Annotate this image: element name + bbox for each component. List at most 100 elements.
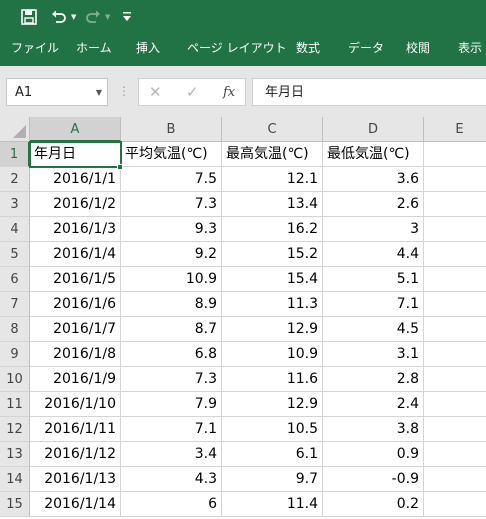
tab-insert[interactable]: 挿入 bbox=[136, 34, 160, 66]
fill-handle[interactable] bbox=[117, 164, 123, 170]
row-header-12[interactable]: 12 bbox=[0, 417, 30, 442]
row-header-2[interactable]: 2 bbox=[0, 167, 30, 192]
cell-e14[interactable] bbox=[424, 467, 486, 492]
cell-b15[interactable]: 6 bbox=[121, 492, 222, 517]
cell-e11[interactable] bbox=[424, 392, 486, 417]
cell-d11[interactable]: 2.4 bbox=[323, 392, 424, 417]
cell-e13[interactable] bbox=[424, 442, 486, 467]
save-icon[interactable] bbox=[21, 5, 37, 32]
cell-c4[interactable]: 16.2 bbox=[222, 217, 323, 242]
cell-d2[interactable]: 3.6 bbox=[323, 167, 424, 192]
tab-file[interactable]: ファイル bbox=[11, 34, 59, 66]
cell-c15[interactable]: 11.4 bbox=[222, 492, 323, 517]
row-header-6[interactable]: 6 bbox=[0, 267, 30, 292]
cell-a10[interactable]: 2016/1/9 bbox=[30, 367, 121, 392]
cell-a5[interactable]: 2016/1/4 bbox=[30, 242, 121, 267]
cell-b5[interactable]: 9.2 bbox=[121, 242, 222, 267]
row-header-7[interactable]: 7 bbox=[0, 292, 30, 317]
cell-b13[interactable]: 3.4 bbox=[121, 442, 222, 467]
column-header-a[interactable]: A bbox=[30, 117, 121, 142]
cell-c5[interactable]: 15.2 bbox=[222, 242, 323, 267]
cell-c2[interactable]: 12.1 bbox=[222, 167, 323, 192]
row-header-1[interactable]: 1 bbox=[0, 142, 30, 167]
tab-data[interactable]: データ bbox=[348, 34, 384, 66]
cell-a13[interactable]: 2016/1/12 bbox=[30, 442, 121, 467]
row-header-15[interactable]: 15 bbox=[0, 492, 30, 517]
undo-icon[interactable] bbox=[51, 5, 67, 32]
cell-a1[interactable]: 年月日 bbox=[30, 142, 121, 167]
cell-b9[interactable]: 6.8 bbox=[121, 342, 222, 367]
customize-qat-icon[interactable] bbox=[123, 6, 131, 31]
cell-a15[interactable]: 2016/1/14 bbox=[30, 492, 121, 517]
select-all-button[interactable] bbox=[0, 117, 30, 142]
cell-b14[interactable]: 4.3 bbox=[121, 467, 222, 492]
cell-a9[interactable]: 2016/1/8 bbox=[30, 342, 121, 367]
cell-e5[interactable] bbox=[424, 242, 486, 267]
column-header-b[interactable]: B bbox=[121, 117, 222, 142]
cell-a3[interactable]: 2016/1/2 bbox=[30, 192, 121, 217]
row-header-3[interactable]: 3 bbox=[0, 192, 30, 217]
cell-d1[interactable]: 最低気温(℃) bbox=[323, 142, 424, 167]
tab-formulas[interactable]: 数式 bbox=[296, 34, 320, 66]
cell-c10[interactable]: 11.6 bbox=[222, 367, 323, 392]
row-header-13[interactable]: 13 bbox=[0, 442, 30, 467]
cell-b2[interactable]: 7.5 bbox=[121, 167, 222, 192]
undo-dropdown-icon[interactable]: ▼ bbox=[71, 6, 76, 28]
cell-e6[interactable] bbox=[424, 267, 486, 292]
cell-d15[interactable]: 0.2 bbox=[323, 492, 424, 517]
cell-a8[interactable]: 2016/1/7 bbox=[30, 317, 121, 342]
cell-c7[interactable]: 11.3 bbox=[222, 292, 323, 317]
cancel-icon[interactable]: ✕ bbox=[149, 79, 162, 106]
name-box[interactable]: A1 ▼ bbox=[6, 78, 108, 106]
cell-b6[interactable]: 10.9 bbox=[121, 267, 222, 292]
cell-c8[interactable]: 12.9 bbox=[222, 317, 323, 342]
chevron-down-icon[interactable]: ▼ bbox=[96, 79, 102, 106]
cell-a2[interactable]: 2016/1/1 bbox=[30, 167, 121, 192]
insert-function-icon[interactable]: fx bbox=[223, 79, 235, 106]
cell-b3[interactable]: 7.3 bbox=[121, 192, 222, 217]
cell-c12[interactable]: 10.5 bbox=[222, 417, 323, 442]
redo-icon[interactable] bbox=[85, 5, 101, 32]
tab-view[interactable]: 表示 bbox=[458, 34, 482, 66]
row-header-4[interactable]: 4 bbox=[0, 217, 30, 242]
cell-d6[interactable]: 5.1 bbox=[323, 267, 424, 292]
cell-a14[interactable]: 2016/1/13 bbox=[30, 467, 121, 492]
cell-d4[interactable]: 3 bbox=[323, 217, 424, 242]
enter-icon[interactable]: ✓ bbox=[186, 79, 199, 106]
drag-handle-icon[interactable]: ⋮ bbox=[118, 82, 130, 100]
cell-d14[interactable]: -0.9 bbox=[323, 467, 424, 492]
tab-home[interactable]: ホーム bbox=[76, 34, 112, 66]
cell-b7[interactable]: 8.9 bbox=[121, 292, 222, 317]
row-header-9[interactable]: 9 bbox=[0, 342, 30, 367]
cell-d12[interactable]: 3.8 bbox=[323, 417, 424, 442]
row-header-14[interactable]: 14 bbox=[0, 467, 30, 492]
cell-e12[interactable] bbox=[424, 417, 486, 442]
column-header-c[interactable]: C bbox=[222, 117, 323, 142]
cell-e9[interactable] bbox=[424, 342, 486, 367]
cell-b11[interactable]: 7.9 bbox=[121, 392, 222, 417]
cell-a11[interactable]: 2016/1/10 bbox=[30, 392, 121, 417]
cell-e15[interactable] bbox=[424, 492, 486, 517]
row-header-8[interactable]: 8 bbox=[0, 317, 30, 342]
cell-b8[interactable]: 8.7 bbox=[121, 317, 222, 342]
cell-e4[interactable] bbox=[424, 217, 486, 242]
cell-e1[interactable] bbox=[424, 142, 486, 167]
cell-b4[interactable]: 9.3 bbox=[121, 217, 222, 242]
column-header-d[interactable]: D bbox=[323, 117, 424, 142]
cell-b10[interactable]: 7.3 bbox=[121, 367, 222, 392]
cell-d10[interactable]: 2.8 bbox=[323, 367, 424, 392]
formula-input[interactable]: 年月日 bbox=[252, 78, 486, 106]
cell-c3[interactable]: 13.4 bbox=[222, 192, 323, 217]
cell-e3[interactable] bbox=[424, 192, 486, 217]
cell-c11[interactable]: 12.9 bbox=[222, 392, 323, 417]
cell-c14[interactable]: 9.7 bbox=[222, 467, 323, 492]
cell-c13[interactable]: 6.1 bbox=[222, 442, 323, 467]
redo-dropdown-icon[interactable]: ▼ bbox=[105, 6, 110, 28]
cell-d13[interactable]: 0.9 bbox=[323, 442, 424, 467]
cell-a7[interactable]: 2016/1/6 bbox=[30, 292, 121, 317]
row-header-10[interactable]: 10 bbox=[0, 367, 30, 392]
cell-d9[interactable]: 3.1 bbox=[323, 342, 424, 367]
cell-c6[interactable]: 15.4 bbox=[222, 267, 323, 292]
cell-a6[interactable]: 2016/1/5 bbox=[30, 267, 121, 292]
cell-e2[interactable] bbox=[424, 167, 486, 192]
